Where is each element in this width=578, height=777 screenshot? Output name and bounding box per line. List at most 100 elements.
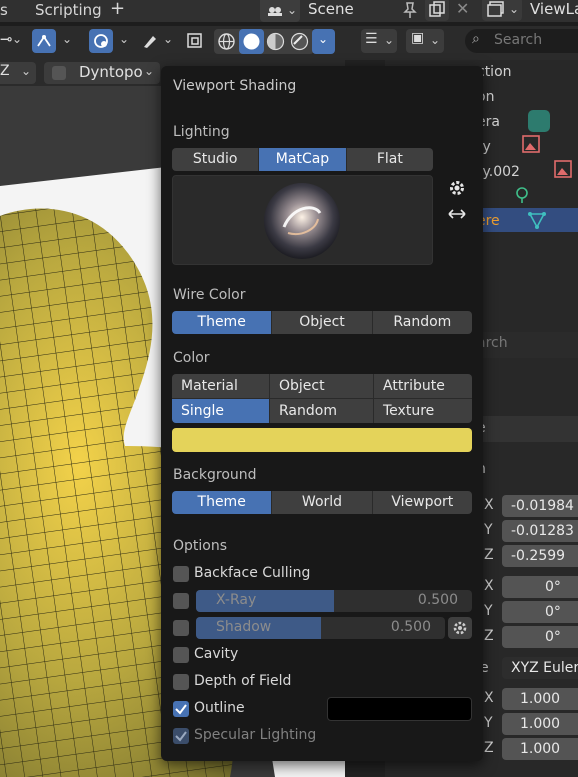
options-label: Options — [173, 538, 228, 554]
matcap-preview[interactable] — [172, 175, 433, 265]
outliner-item[interactable]: ty.002 — [477, 164, 520, 180]
wireframe-shading-icon[interactable] — [217, 32, 236, 51]
color-option-object[interactable]: Object — [270, 374, 373, 398]
view-layer-selector-button[interactable]: ⌄ — [482, 0, 522, 21]
xray-value: 0.500 — [417, 592, 458, 608]
proportional-edit-button[interactable] — [89, 29, 113, 53]
new-scene-button[interactable] — [425, 0, 449, 21]
chevron-down-icon[interactable]: ⌄ — [12, 32, 22, 46]
location-x-field[interactable]: -0.01984 — [502, 495, 578, 517]
xray-checkbox[interactable] — [173, 593, 189, 609]
top-bar: s Scripting + ⌄ Scene ✕ ⌄ ViewLa — [0, 0, 578, 22]
location-z-field[interactable]: -0.2599 — [502, 545, 578, 567]
outliner-search-input[interactable]: ⌕ Search — [465, 29, 578, 53]
light-icon[interactable] — [513, 186, 531, 204]
snap-toggle-button[interactable] — [32, 29, 56, 53]
chevron-down-icon[interactable]: ⌄ — [62, 32, 72, 46]
outline-checkbox[interactable] — [173, 701, 189, 717]
backface-culling-checkbox[interactable] — [173, 566, 189, 582]
shadow-value: 0.500 — [390, 619, 431, 635]
wire-color-option-random[interactable]: Random — [372, 311, 472, 334]
tab-fragment[interactable]: s — [0, 1, 8, 19]
popover-title: Viewport Shading — [173, 78, 297, 94]
pin-icon[interactable] — [401, 1, 419, 19]
display-mode-button[interactable]: ☰ ⌄ — [361, 29, 397, 53]
chevron-down-icon: ⌄ — [384, 33, 395, 47]
image-icon[interactable] — [521, 134, 541, 154]
view-layer-name[interactable]: ViewLa — [530, 0, 578, 18]
axis-label: X — [484, 578, 494, 594]
location-y-field[interactable]: -0.01283 — [502, 520, 578, 542]
viewport-shading-popover: Viewport Shading Lighting Studio MatCap … — [161, 66, 483, 761]
rotation-z-field[interactable]: 0° — [502, 626, 578, 648]
overlay-icon[interactable] — [185, 31, 205, 51]
scene-name[interactable]: Scene — [308, 0, 354, 18]
flip-horizontal-icon[interactable] — [447, 207, 467, 221]
color-option-attribute[interactable]: Attribute — [374, 374, 472, 398]
specular-lighting-checkbox[interactable] — [173, 728, 189, 744]
proportional-icon — [94, 34, 108, 48]
color-option-random[interactable]: Random — [270, 399, 373, 423]
wire-color-label: Wire Color — [173, 287, 246, 303]
dyntopo-checkbox[interactable] — [52, 66, 66, 80]
color-option-material[interactable]: Material — [172, 374, 269, 398]
backface-culling-label: Backface Culling — [194, 565, 311, 581]
chevron-down-icon[interactable]: ⌄ — [119, 32, 129, 46]
annotate-icon[interactable] — [140, 32, 160, 50]
xray-slider[interactable]: X-Ray 0.500 — [196, 590, 472, 612]
color-option-texture[interactable]: Texture — [374, 399, 472, 423]
background-option-viewport[interactable]: Viewport — [372, 491, 472, 514]
lighting-option-flat[interactable]: Flat — [346, 148, 433, 171]
shadow-checkbox[interactable] — [173, 620, 189, 636]
solid-shading-icon — [243, 33, 260, 50]
mesh-data-icon[interactable] — [527, 210, 547, 230]
wire-color-option-object[interactable]: Object — [272, 311, 373, 334]
wire-color-option-theme[interactable]: Theme — [172, 311, 273, 334]
scale-y-field[interactable]: 1.000 — [502, 713, 578, 735]
color-option-single[interactable]: Single — [172, 399, 269, 423]
chevron-down-icon: ⌄ — [430, 33, 441, 47]
snap-icon — [37, 35, 51, 47]
background-option-world[interactable]: World — [272, 491, 373, 514]
image-icon[interactable] — [553, 159, 573, 179]
axis-label: Y — [484, 603, 493, 619]
scale-z-field[interactable]: 1.000 — [502, 738, 578, 760]
shadow-slider[interactable]: Shadow 0.500 — [196, 617, 445, 639]
outline-color-swatch[interactable] — [327, 697, 472, 721]
add-workspace-button[interactable]: + — [110, 0, 125, 19]
axis-selector[interactable]: Z ⌄ — [0, 62, 36, 84]
close-icon[interactable]: ✕ — [456, 0, 469, 18]
lighting-option-studio[interactable]: Studio — [172, 148, 260, 171]
duplicate-icon — [429, 1, 445, 17]
chevron-down-icon: ⌄ — [287, 3, 298, 17]
chevron-down-icon: ⌄ — [21, 64, 32, 78]
solid-shading-button[interactable] — [239, 29, 264, 54]
color-selector: Material Object Attribute Single Random … — [172, 374, 472, 423]
tab-scripting[interactable]: Scripting — [35, 1, 102, 19]
matcap-sphere-image — [264, 183, 340, 259]
background-option-theme[interactable]: Theme — [172, 491, 273, 514]
rotation-x-field[interactable]: 0° — [502, 576, 578, 598]
gear-icon[interactable] — [448, 179, 466, 197]
chevron-down-icon[interactable]: ⌄ — [163, 32, 173, 46]
scale-x-field[interactable]: 1.000 — [502, 688, 578, 710]
axis-label: Z — [484, 740, 494, 756]
material-preview-icon[interactable] — [266, 32, 285, 51]
shadow-settings-button[interactable] — [448, 617, 472, 639]
single-color-swatch[interactable] — [172, 428, 472, 452]
rotation-y-field[interactable]: 0° — [502, 601, 578, 623]
filter-button[interactable]: ▣ ⌄ — [406, 29, 444, 53]
viewport-mode-icon[interactable]: ⊸ — [0, 30, 13, 48]
outline-label: Outline — [194, 700, 245, 716]
scene-selector-button[interactable]: ⌄ — [260, 0, 300, 22]
depth-of-field-label: Depth of Field — [194, 673, 292, 689]
shading-options-dropdown[interactable]: ⌄ — [312, 29, 335, 54]
camera-data-icon[interactable] — [528, 110, 550, 132]
list-icon: ☰ — [365, 31, 378, 47]
lighting-option-matcap[interactable]: MatCap — [259, 148, 347, 171]
rotation-mode-dropdown[interactable]: XYZ Euler — [502, 657, 578, 679]
rendered-shading-icon[interactable] — [290, 32, 309, 51]
depth-of-field-checkbox[interactable] — [173, 674, 189, 690]
cavity-checkbox[interactable] — [173, 647, 189, 663]
dyntopo-toggle[interactable]: Dyntopo ⌄ — [44, 62, 160, 84]
